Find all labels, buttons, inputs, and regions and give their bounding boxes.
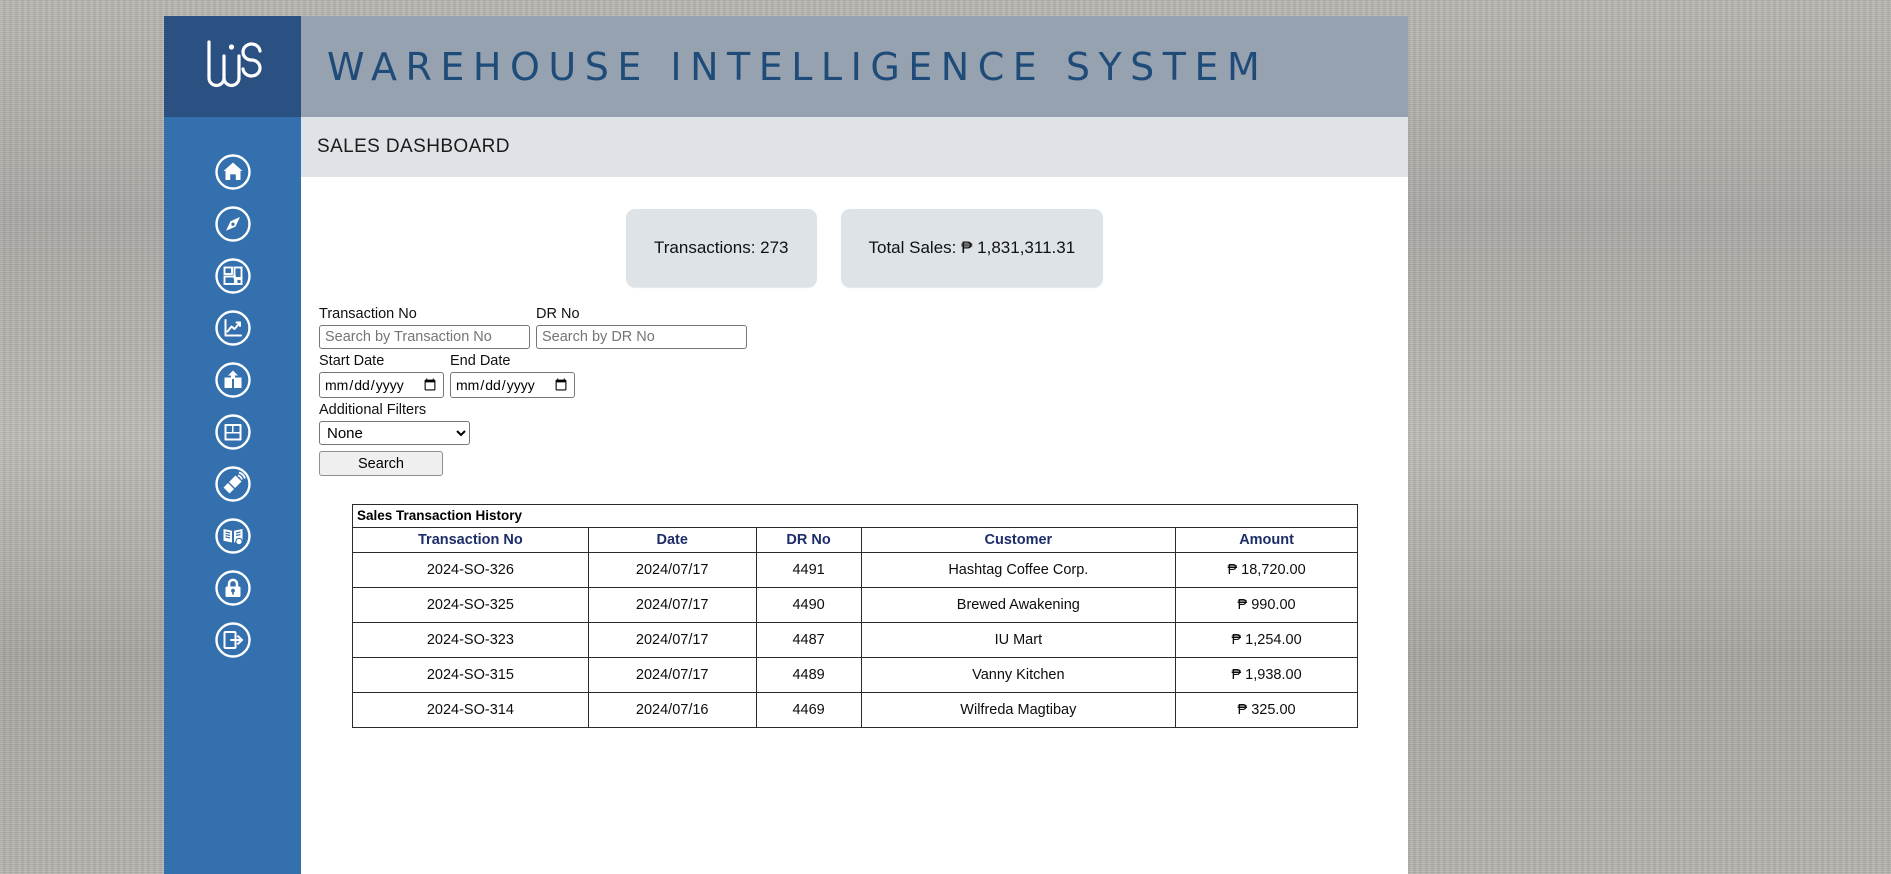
dashboard-content: Transactions: 273 Total Sales: ₱ 1,831,3… [301,177,1408,874]
cell-amount: ₱ 1,938.00 [1175,657,1358,693]
cell-dr-no: 4487 [755,622,862,658]
megaphone-icon [223,471,246,494]
sidebar-item-home[interactable] [211,150,255,194]
cell-customer: IU Mart [860,622,1177,658]
sidebar-item-announcements[interactable] [211,462,255,506]
page-header-bar: SALES DASHBOARD [301,117,1408,177]
field-transaction-no: Transaction No [319,306,530,349]
app-logo[interactable] [164,16,301,117]
cell-amount: ₱ 990.00 [1175,587,1358,623]
cell-amount: ₱ 18,720.00 [1175,552,1358,588]
sidebar-item-analytics[interactable] [211,306,255,350]
cell-transaction-no: 2024-SO-315 [352,657,589,693]
field-start-date: Start Date [319,353,444,398]
table-row[interactable]: 2024-SO-314 2024/07/16 4469 Wilfreda Magtib… [352,692,1358,728]
logout-icon [223,631,243,649]
col-dr-no[interactable]: DR No [755,527,862,553]
page-title: SALES DASHBOARD [317,136,510,157]
label-transaction-no: Transaction No [319,306,417,322]
cell-date: 2024/07/17 [587,587,757,623]
sidebar-nav [211,117,255,670]
application-window: WAREHOUSE INTELLIGENCE SYSTEM SALES DASH… [164,16,1408,874]
cell-transaction-no: 2024-SO-325 [352,587,589,623]
box-stack-icon [224,424,241,441]
label-dr-no: DR No [536,306,580,322]
table-row[interactable]: 2024-SO-326 2024/07/17 4491 Hashtag Coffee … [352,552,1358,588]
cell-amount: ₱ 325.00 [1175,692,1358,728]
sidebar [164,16,301,874]
col-amount[interactable]: Amount [1175,527,1358,553]
search-button[interactable]: Search [319,451,443,476]
sidebar-item-navigate[interactable] [211,202,255,246]
cell-date: 2024/07/17 [587,622,757,658]
cell-customer: Vanny Kitchen [860,657,1177,693]
col-date[interactable]: Date [587,527,757,553]
field-dr-no: DR No [536,306,747,349]
filter-row-additional: Additional Filters None Search [319,402,1392,476]
home-icon [223,162,242,180]
cell-customer: Brewed Awakening [860,587,1177,623]
brand-title: WAREHOUSE INTELLIGENCE SYSTEM [327,44,1269,89]
end-date-input[interactable] [450,372,575,398]
open-box-icon [224,370,241,388]
stat-transactions-label: Transactions: 273 [654,238,789,257]
stat-total-sales-label: Total Sales: ₱ 1,831,311.31 [868,238,1076,257]
cell-transaction-no: 2024-SO-314 [352,692,589,728]
sidebar-item-security[interactable] [211,566,255,610]
search-transaction-input[interactable] [319,325,530,349]
field-end-date: End Date [450,353,575,398]
col-transaction-no[interactable]: Transaction No [352,527,589,553]
transactions-table-wrap: Sales Transaction History Transaction No… [352,504,1358,728]
cell-dr-no: 4491 [755,552,862,588]
sidebar-item-inventory[interactable] [211,410,255,454]
col-customer[interactable]: Customer [860,527,1177,553]
filter-form: Transaction No DR No Start Date End Date [319,287,1392,476]
field-additional-filters: Additional Filters None Search [319,402,470,476]
cell-transaction-no: 2024-SO-323 [352,622,589,658]
label-start-date: Start Date [319,353,385,369]
sidebar-item-outbound[interactable] [211,358,255,402]
label-end-date: End Date [450,353,511,369]
search-dr-input[interactable] [536,325,747,349]
open-book-icon [223,529,243,546]
label-additional-filters: Additional Filters [319,402,427,418]
table-caption: Sales Transaction History [352,504,1358,527]
start-date-input[interactable] [319,372,444,398]
sidebar-item-logout[interactable] [211,618,255,662]
lock-icon [225,578,240,597]
cell-date: 2024/07/17 [587,552,757,588]
table-header-row: Transaction No Date DR No Customer Amoun… [352,527,1358,553]
stat-card-total-sales: Total Sales: ₱ 1,831,311.31 [840,209,1104,287]
sidebar-item-layout[interactable] [211,254,255,298]
cell-transaction-no: 2024-SO-326 [352,552,589,588]
table-head: Transaction No Date DR No Customer Amoun… [352,527,1358,553]
table-row[interactable]: 2024-SO-323 2024/07/17 4487 IU Mart ₱ 1,254.… [352,622,1358,658]
additional-filters-select[interactable]: None [319,421,470,445]
cell-date: 2024/07/17 [587,657,757,693]
cell-date: 2024/07/16 [587,692,757,728]
layout-grid-icon [223,266,242,285]
cell-dr-no: 4469 [755,692,862,728]
cell-customer: Hashtag Coffee Corp. [860,552,1177,588]
top-banner: WAREHOUSE INTELLIGENCE SYSTEM [301,16,1408,117]
table-row[interactable]: 2024-SO-325 2024/07/17 4490 Brewed Awakenin… [352,587,1358,623]
stats-row: Transactions: 273 Total Sales: ₱ 1,831,3… [319,177,1392,287]
cell-customer: Wilfreda Magtibay [860,692,1177,728]
filter-row-dates: Start Date End Date [319,353,1392,398]
cell-dr-no: 4489 [755,657,862,693]
stat-card-transactions: Transactions: 273 [626,209,817,287]
line-chart-icon [224,319,242,337]
main-area: WAREHOUSE INTELLIGENCE SYSTEM SALES DASH… [301,16,1408,874]
table-row[interactable]: 2024-SO-315 2024/07/17 4489 Vanny Kitchen ₱ … [352,657,1358,693]
cell-amount: ₱ 1,254.00 [1175,622,1358,658]
table-body: 2024-SO-326 2024/07/17 4491 Hashtag Coffee … [352,552,1358,728]
compass-icon [225,217,240,231]
cell-dr-no: 4490 [755,587,862,623]
sidebar-item-catalog[interactable] [211,514,255,558]
transactions-table: Sales Transaction History Transaction No… [352,504,1358,728]
filter-row-text: Transaction No DR No [319,306,1392,349]
